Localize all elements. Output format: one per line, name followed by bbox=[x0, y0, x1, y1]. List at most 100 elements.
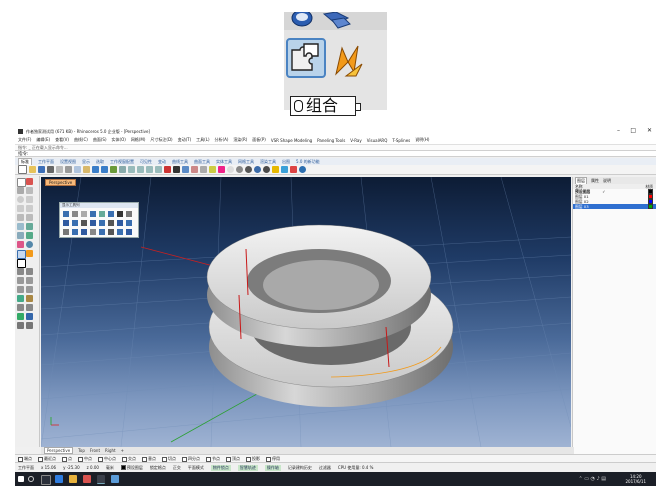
tab-standard[interactable]: 标准 bbox=[18, 158, 32, 165]
rhino-taskbar-icon[interactable] bbox=[97, 475, 105, 484]
mesh-icon[interactable] bbox=[26, 313, 33, 320]
lock-icon[interactable] bbox=[209, 166, 216, 173]
left-combine-icon[interactable] bbox=[17, 250, 26, 259]
menu-analyze[interactable]: 分析(A) bbox=[215, 137, 229, 143]
tab-transform[interactable]: 变动 bbox=[158, 159, 166, 165]
zoom-extents-icon[interactable] bbox=[146, 166, 153, 173]
cplane-icon[interactable] bbox=[173, 166, 180, 173]
surface-icon[interactable] bbox=[17, 223, 24, 230]
rotate-view-icon[interactable] bbox=[119, 166, 126, 173]
block-icon[interactable] bbox=[26, 322, 33, 329]
ghosted-sphere-icon[interactable] bbox=[254, 166, 261, 173]
tab-properties[interactable]: 属性 bbox=[591, 178, 599, 184]
status-ortho[interactable]: 正交 bbox=[173, 465, 181, 471]
shaded-sphere-icon[interactable] bbox=[236, 166, 243, 173]
move-icon[interactable] bbox=[17, 277, 24, 284]
polyline-icon[interactable] bbox=[17, 187, 24, 194]
offset-curve-icon[interactable] bbox=[26, 214, 33, 221]
status-grid-snap[interactable]: 锁定格点 bbox=[150, 465, 166, 471]
rotate-icon[interactable] bbox=[17, 286, 24, 293]
menu-file[interactable]: 文件(F) bbox=[18, 137, 31, 143]
zoom-window-icon[interactable] bbox=[137, 166, 144, 173]
group-icon[interactable] bbox=[17, 322, 24, 329]
status-osnap[interactable]: 物件锁点 bbox=[210, 464, 231, 471]
rendered-sphere-icon[interactable] bbox=[245, 166, 252, 173]
menu-vray[interactable]: V-Ray bbox=[350, 138, 361, 143]
cut-icon[interactable] bbox=[65, 166, 72, 173]
tab-viewport-layout[interactable]: 工作视窗配置 bbox=[110, 159, 134, 165]
print-icon[interactable] bbox=[47, 166, 54, 173]
paste-icon[interactable] bbox=[83, 166, 90, 173]
circle-icon[interactable] bbox=[17, 196, 24, 203]
menu-panels[interactable]: 面板(P) bbox=[252, 137, 266, 143]
status-plane[interactable]: 工作平面 bbox=[18, 465, 34, 471]
app-red-icon[interactable] bbox=[83, 475, 91, 483]
layer-icon[interactable] bbox=[218, 166, 225, 173]
redo-icon[interactable] bbox=[101, 166, 108, 173]
array-icon[interactable] bbox=[26, 295, 33, 302]
tab-surface-tools[interactable]: 曲面工具 bbox=[194, 159, 210, 165]
menu-render[interactable]: 渲染(R) bbox=[233, 137, 247, 143]
select-arrow-icon[interactable] bbox=[17, 178, 26, 187]
properties-icon[interactable] bbox=[281, 166, 288, 173]
taskbar-clock[interactable]: 14:20 2017/6/11 bbox=[625, 474, 646, 484]
layer-color-swatch[interactable] bbox=[648, 204, 653, 209]
vp-tab-right[interactable]: Right bbox=[105, 448, 116, 453]
vp-tab-perspective[interactable]: Perspective bbox=[44, 447, 74, 454]
combine-button[interactable] bbox=[286, 38, 326, 78]
menu-view[interactable]: 查看(V) bbox=[55, 137, 69, 143]
tab-mesh-tools[interactable]: 网格工具 bbox=[238, 159, 254, 165]
tab-drafting[interactable]: 出图 bbox=[282, 159, 290, 165]
menu-vsr[interactable]: VSR Shape Modeling bbox=[271, 138, 312, 143]
app-blue-icon[interactable] bbox=[111, 475, 119, 483]
viewport-icon[interactable] bbox=[182, 166, 189, 173]
layer-row[interactable]: 图层 03 bbox=[573, 204, 656, 209]
mirror-icon[interactable] bbox=[17, 295, 24, 302]
arc-icon[interactable] bbox=[26, 196, 33, 203]
dimension-icon[interactable] bbox=[17, 304, 24, 311]
fillet-curve-icon[interactable] bbox=[17, 214, 24, 221]
extrude-icon[interactable] bbox=[26, 223, 33, 230]
status-history[interactable]: 记录建构历史 bbox=[288, 465, 312, 471]
sweep-icon[interactable] bbox=[26, 232, 33, 239]
menu-help[interactable]: 说明(H) bbox=[415, 137, 429, 143]
loft-icon[interactable] bbox=[17, 232, 24, 239]
status-planar[interactable]: 平面模式 bbox=[188, 465, 204, 471]
status-layer[interactable]: 预设图层 bbox=[120, 465, 143, 471]
menu-mesh[interactable]: 网格(M) bbox=[131, 137, 146, 143]
task-view-icon[interactable] bbox=[41, 475, 51, 485]
help-icon[interactable] bbox=[299, 166, 306, 173]
hide-icon[interactable] bbox=[200, 166, 207, 173]
curve-icon[interactable] bbox=[26, 187, 33, 194]
viewport-title[interactable]: Perspective bbox=[45, 179, 77, 186]
point-icon[interactable] bbox=[26, 178, 33, 185]
edge-browser-icon[interactable] bbox=[55, 475, 63, 483]
vp-tab-add[interactable]: + bbox=[121, 448, 124, 453]
vp-tab-front[interactable]: Front bbox=[90, 448, 100, 453]
render-icon[interactable] bbox=[290, 166, 297, 173]
command-prompt[interactable]: 指令: bbox=[15, 150, 656, 157]
solid-box-icon[interactable] bbox=[17, 241, 24, 248]
tab-solid-tools[interactable]: 实体工具 bbox=[216, 159, 232, 165]
vp-tab-top[interactable]: Top bbox=[78, 448, 85, 453]
tab-curve-tools[interactable]: 曲线工具 bbox=[172, 159, 188, 165]
tab-display[interactable]: 显示 bbox=[82, 159, 90, 165]
status-smarttrack[interactable]: 智慧轨迹 bbox=[237, 464, 258, 471]
tab-new-in-v5[interactable]: 5.0 的新功能 bbox=[296, 159, 320, 165]
pan-icon[interactable] bbox=[110, 166, 117, 173]
status-gumball[interactable]: 操作轴 bbox=[264, 464, 281, 471]
menu-edit[interactable]: 编辑(E) bbox=[36, 137, 50, 143]
zoom-selected-icon[interactable] bbox=[155, 166, 162, 173]
tab-cplanes[interactable]: 工作平面 bbox=[38, 159, 54, 165]
grid-icon[interactable] bbox=[164, 166, 171, 173]
maximize-button[interactable]: □ bbox=[630, 127, 636, 134]
windows-start-icon[interactable] bbox=[18, 476, 24, 482]
select-icon[interactable] bbox=[191, 166, 198, 173]
polygon-icon[interactable] bbox=[26, 205, 33, 212]
open-folder-icon[interactable] bbox=[29, 166, 36, 173]
scale-icon[interactable] bbox=[26, 286, 33, 293]
wireframe-sphere-icon[interactable] bbox=[227, 166, 234, 173]
menu-solid[interactable]: 实体(O) bbox=[112, 137, 126, 143]
light-bulb-icon[interactable] bbox=[272, 166, 279, 173]
explode-button[interactable] bbox=[332, 42, 366, 78]
